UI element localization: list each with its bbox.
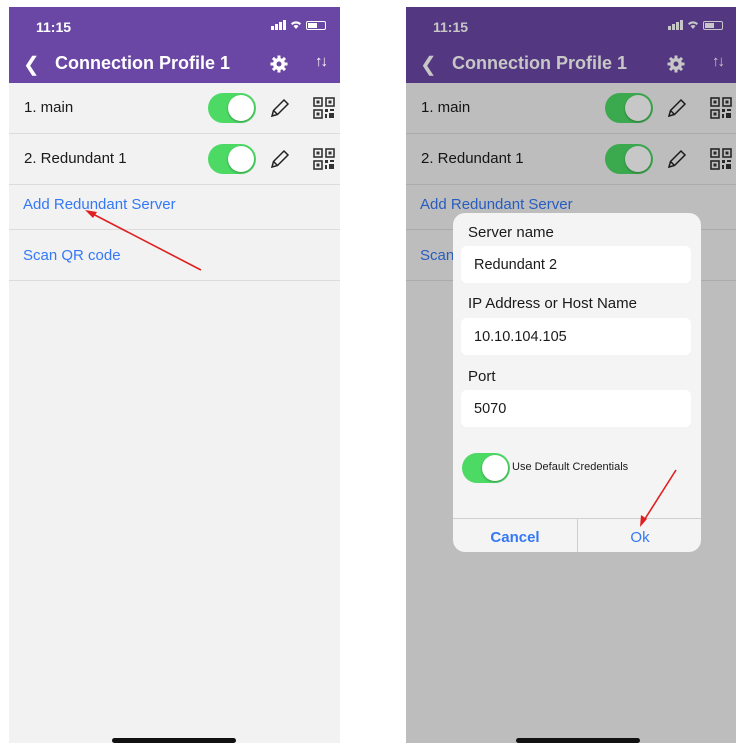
back-icon[interactable]: ❮ — [23, 52, 40, 77]
home-indicator — [516, 738, 640, 743]
qr-code-icon[interactable] — [313, 97, 335, 119]
nav-bar: ❮ Connection Profile 1 ↑↓ — [9, 45, 340, 83]
ok-button[interactable]: Ok — [578, 519, 701, 552]
server-row[interactable]: 2. Redundant 1 — [9, 134, 340, 185]
status-icons — [271, 20, 326, 30]
status-bar: 11:15 — [9, 7, 340, 45]
cancel-button[interactable]: Cancel — [453, 519, 577, 552]
server-label: 1. main — [24, 99, 74, 116]
wifi-icon — [291, 21, 301, 29]
left-phone-screen: 11:15 ❮ Connection Profile 1 ↑↓ 1. main … — [9, 7, 340, 743]
qr-code-icon[interactable] — [313, 148, 335, 170]
dialog-button-bar: Cancel Ok — [453, 518, 701, 552]
server-label: 2. Redundant 1 — [24, 150, 127, 167]
pencil-icon[interactable] — [268, 96, 292, 120]
divider — [9, 280, 340, 281]
home-indicator — [112, 738, 236, 743]
port-input[interactable]: 5070 — [461, 390, 691, 427]
server-enable-toggle[interactable] — [208, 144, 256, 174]
default-credentials-label: Use Default Credentials — [512, 461, 629, 473]
battery-icon — [306, 20, 326, 30]
gear-icon[interactable] — [269, 54, 289, 74]
signal-icon — [271, 20, 286, 30]
pencil-icon[interactable] — [268, 147, 292, 171]
server-row[interactable]: 1. main — [9, 83, 340, 134]
add-server-dialog: Server name Redundant 2 IP Address or Ho… — [453, 213, 701, 552]
divider — [9, 229, 340, 230]
port-label: Port — [468, 368, 496, 385]
page-title: Connection Profile 1 — [55, 53, 231, 73]
add-redundant-server-link[interactable]: Add Redundant Server — [23, 196, 176, 213]
host-label: IP Address or Host Name — [468, 295, 637, 312]
sort-icon[interactable]: ↑↓ — [315, 53, 328, 70]
right-phone-screen: 11:15 ❮ Connection Profile 1 ↑↓ 1. main … — [406, 7, 736, 743]
server-name-input[interactable]: Redundant 2 — [461, 246, 691, 283]
status-time: 11:15 — [36, 19, 72, 35]
host-input[interactable]: 10.10.104.105 — [461, 318, 691, 355]
server-enable-toggle[interactable] — [208, 93, 256, 123]
server-name-label: Server name — [468, 224, 554, 241]
scan-qr-code-link[interactable]: Scan QR code — [23, 247, 121, 264]
default-credentials-toggle[interactable] — [462, 453, 510, 483]
